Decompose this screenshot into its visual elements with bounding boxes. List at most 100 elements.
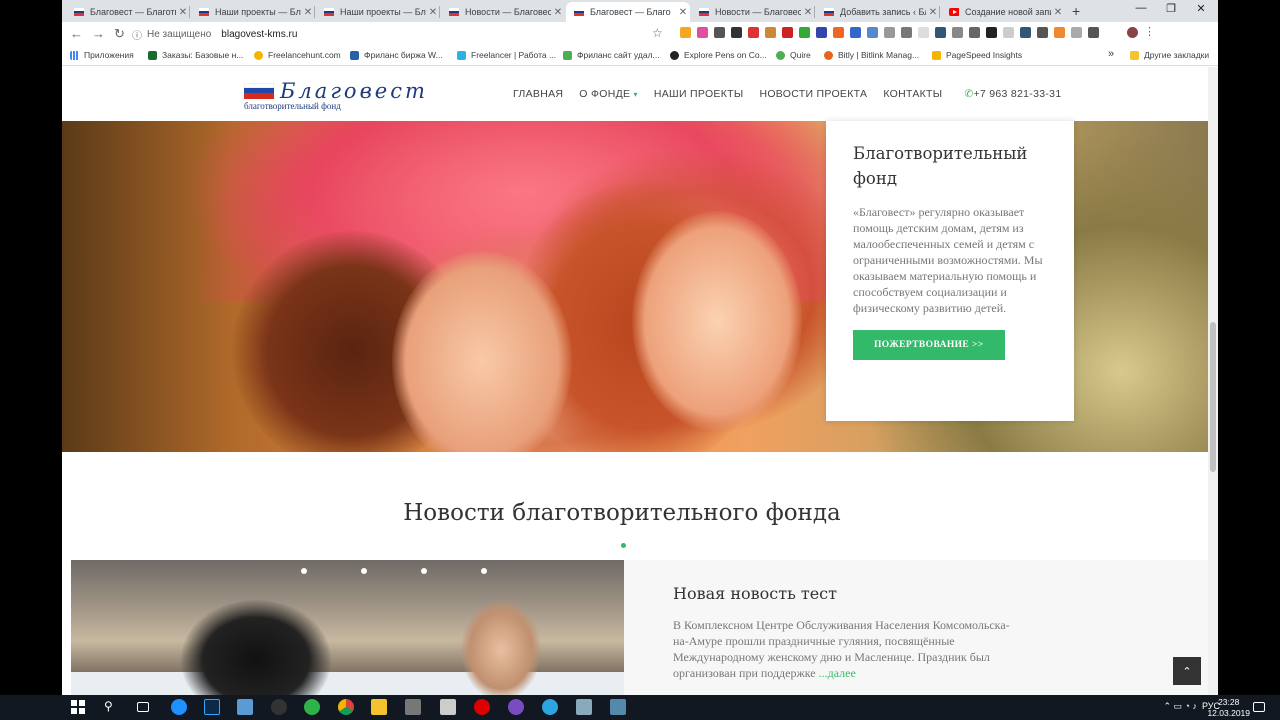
bookmark-item[interactable]: Explore Pens on Co... — [670, 50, 767, 60]
notifications-icon[interactable] — [1253, 702, 1265, 712]
extension-icon[interactable] — [918, 27, 929, 38]
minimize-icon[interactable]: — — [1126, 2, 1156, 14]
extension-icon[interactable] — [1020, 27, 1031, 38]
bookmark-item[interactable]: Bitly | Bitlink Manag... — [824, 50, 919, 60]
extension-icon[interactable] — [816, 27, 827, 38]
other-bookmarks[interactable]: Другие закладки — [1130, 50, 1209, 60]
extension-icon[interactable] — [833, 27, 844, 38]
extension-icon[interactable] — [884, 27, 895, 38]
close-tab-icon[interactable]: ✕ — [551, 7, 565, 18]
close-tab-icon[interactable]: ✕ — [301, 7, 315, 18]
forward-icon[interactable]: → — [92, 26, 105, 41]
tab-7[interactable]: Добавить запись ‹ Бл ✕ — [816, 2, 940, 22]
extension-icon[interactable] — [952, 27, 963, 38]
close-tab-icon[interactable]: ✕ — [926, 7, 940, 18]
extension-icon[interactable] — [1071, 27, 1082, 38]
tab-8[interactable]: Создание новой запи ✕ — [941, 2, 1065, 22]
profile-avatar[interactable] — [1127, 27, 1138, 38]
nav-about[interactable]: О ФОНДЕ ▾ — [579, 88, 638, 100]
extension-icon[interactable] — [935, 27, 946, 38]
menu-dots-icon[interactable]: ⋮ — [1144, 27, 1155, 38]
reload-icon[interactable]: ↻ — [114, 26, 125, 42]
app-icon[interactable] — [576, 699, 592, 715]
bookmark-item[interactable]: Фриланс биржа W... — [350, 50, 443, 60]
extension-icon[interactable] — [867, 27, 878, 38]
close-tab-icon[interactable]: ✕ — [1051, 7, 1065, 18]
bookmark-item[interactable]: Заказы: Базовые н... — [148, 50, 243, 60]
extension-icon[interactable] — [969, 27, 980, 38]
url-text[interactable]: blagovest-kms.ru — [221, 29, 297, 40]
extension-icon[interactable] — [799, 27, 810, 38]
tab-5-active[interactable]: Благовест — Благо ✕ — [566, 2, 690, 22]
info-icon[interactable]: ⓘ — [132, 27, 142, 42]
chrome-icon[interactable] — [338, 699, 354, 715]
opera-icon[interactable] — [474, 699, 490, 715]
back-icon[interactable]: ← — [70, 26, 83, 41]
donate-button[interactable]: ПОЖЕРТВОВАНИЕ >> — [853, 330, 1005, 360]
bookmark-item[interactable]: Freelancehunt.com — [254, 50, 341, 60]
viber-icon[interactable] — [508, 699, 524, 715]
extension-icon[interactable] — [748, 27, 759, 38]
search-icon[interactable]: ⚲ — [104, 699, 120, 715]
close-window-icon[interactable]: ✕ — [1186, 2, 1216, 15]
address-bar[interactable]: ⓘ Не защищено blagovest-kms.ru — [132, 25, 672, 43]
news-title[interactable]: Новая новость тест — [673, 584, 1159, 603]
site-logo[interactable]: Благовест благотворительный фонд — [244, 79, 454, 111]
tab-1[interactable]: Благовест — Благотв ✕ — [66, 2, 190, 22]
app-icon[interactable] — [610, 699, 626, 715]
nav-news[interactable]: НОВОСТИ ПРОЕКТА — [759, 88, 867, 100]
nav-phone[interactable]: ✆+7 963 821-33-31 — [964, 88, 1061, 100]
tab-3[interactable]: Наши проекты — Бл ✕ — [316, 2, 440, 22]
bookmark-star-icon[interactable]: ☆ — [652, 26, 663, 40]
page-scrollbar[interactable] — [1208, 67, 1218, 695]
read-more-link[interactable]: ...далее — [819, 666, 856, 680]
bookmark-item[interactable]: Freelancer | Работа ... — [457, 50, 556, 60]
extension-icon[interactable] — [1088, 27, 1099, 38]
maximize-icon[interactable]: ❐ — [1156, 2, 1186, 15]
extension-icon[interactable] — [901, 27, 912, 38]
photoshop-icon[interactable] — [204, 699, 220, 715]
extension-icon[interactable] — [782, 27, 793, 38]
close-tab-icon[interactable]: ✕ — [676, 7, 690, 18]
tab-2[interactable]: Наши проекты — Бл ✕ — [191, 2, 315, 22]
telegram-icon[interactable] — [542, 699, 558, 715]
nav-projects[interactable]: НАШИ ПРОЕКТЫ — [654, 88, 744, 100]
store-icon[interactable] — [405, 699, 421, 715]
tab-4[interactable]: Новости — Благовес ✕ — [441, 2, 565, 22]
extension-icon[interactable] — [680, 27, 691, 38]
extension-icon[interactable] — [986, 27, 997, 38]
extension-icon[interactable] — [697, 27, 708, 38]
main-nav: ГЛАВНАЯ О ФОНДЕ ▾ НАШИ ПРОЕКТЫ НОВОСТИ П… — [513, 88, 1061, 100]
news-photo[interactable] — [71, 560, 624, 695]
bookmark-item[interactable]: Quire — [776, 50, 811, 60]
news-excerpt: В Комплексном Центре Обслуживания Населе… — [673, 618, 1010, 680]
extension-icon[interactable] — [731, 27, 742, 38]
new-tab-button[interactable]: + — [1072, 3, 1080, 19]
scroll-to-top-button[interactable]: ⌃ — [1173, 657, 1201, 685]
extension-icon[interactable] — [1054, 27, 1065, 38]
close-tab-icon[interactable]: ✕ — [176, 7, 190, 18]
bookmark-apps[interactable]: Приложения — [70, 50, 134, 60]
windows-start-icon[interactable] — [70, 699, 86, 715]
tab-6[interactable]: Новости — Благовес ✕ — [691, 2, 815, 22]
bookmark-item[interactable]: PageSpeed Insights — [932, 50, 1022, 60]
task-view-icon[interactable] — [137, 702, 149, 712]
extension-icon[interactable] — [1003, 27, 1014, 38]
app-icon[interactable] — [304, 699, 320, 715]
bookmark-item[interactable]: Фриланс сайт удал... — [563, 50, 660, 60]
app-icon[interactable] — [271, 699, 287, 715]
close-tab-icon[interactable]: ✕ — [426, 7, 440, 18]
nav-contacts[interactable]: КОНТАКТЫ — [883, 88, 942, 100]
extension-icon[interactable] — [765, 27, 776, 38]
more-bookmarks-icon[interactable]: » — [1108, 48, 1114, 60]
file-explorer-icon[interactable] — [371, 699, 387, 715]
clock[interactable]: 23:28 12.03.2019 — [1207, 697, 1250, 719]
edge-icon[interactable] — [171, 699, 187, 715]
extension-icon[interactable] — [850, 27, 861, 38]
extension-icon[interactable] — [714, 27, 725, 38]
nav-home[interactable]: ГЛАВНАЯ — [513, 88, 563, 100]
close-tab-icon[interactable]: ✕ — [801, 7, 815, 18]
extension-icon[interactable] — [1037, 27, 1048, 38]
app-icon[interactable] — [237, 699, 253, 715]
mail-icon[interactable] — [440, 699, 456, 715]
